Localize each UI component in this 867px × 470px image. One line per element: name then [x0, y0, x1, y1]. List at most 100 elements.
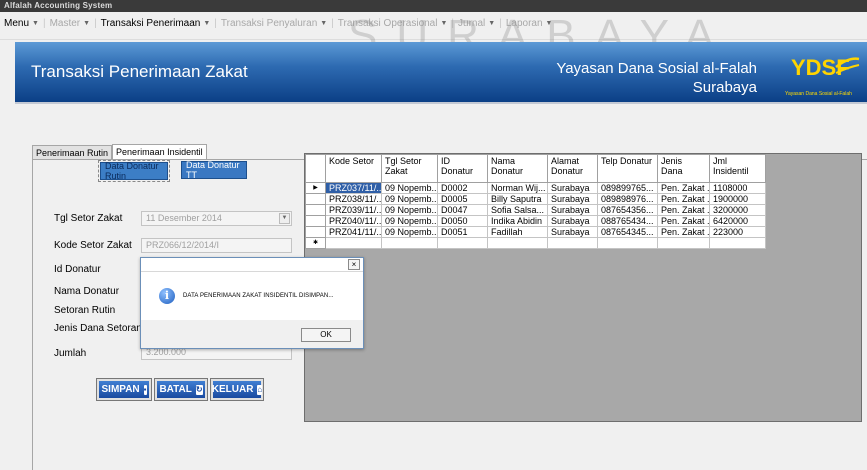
table-cell[interactable]: 09 Nopemb...	[381, 193, 438, 205]
batal-button[interactable]: BATAL ↻	[154, 378, 208, 401]
table-cell[interactable]: 1900000	[709, 193, 766, 205]
table-cell[interactable]	[597, 237, 658, 249]
table-cell[interactable]: Fadillah	[487, 226, 548, 238]
data-donatur-rutin-button[interactable]: Data Donatur Rutin	[100, 161, 168, 181]
chevron-down-icon: ▼	[32, 19, 39, 27]
table-cell[interactable]: D0050	[437, 215, 488, 227]
table-row[interactable]: PRZ041/11/... 09 Nopemb... D0051 Fadillah Su…	[305, 226, 766, 238]
table-cell[interactable]: Sofia Salsa...	[487, 204, 548, 216]
table-cell[interactable]	[325, 237, 382, 249]
table-cell[interactable]: Surabaya	[547, 182, 598, 194]
data-grid[interactable]: Kode Setor Tgl Setor Zakat ID Donatur Nama …	[304, 153, 862, 422]
table-cell[interactable]: Pen. Zakat ...	[657, 226, 710, 238]
table-cell[interactable]: Pen. Zakat ...	[657, 204, 710, 216]
menu-item-6[interactable]: Laporan ▼	[503, 18, 556, 29]
tgl-setor-field[interactable]: 11 Desember 2014 ▼	[141, 211, 292, 226]
table-cell[interactable]	[437, 237, 488, 249]
table-cell[interactable]: D0002	[437, 182, 488, 194]
row-header-cell[interactable]	[305, 193, 326, 205]
table-cell[interactable]: Surabaya	[547, 193, 598, 205]
grid-column-header[interactable]: ID Donatur	[437, 154, 488, 183]
menu-item-1[interactable]: Master ▼	[47, 18, 94, 29]
table-cell[interactable]: D0047	[437, 204, 488, 216]
menu-item-0[interactable]: Menu ▼	[1, 18, 42, 29]
menu-item-5[interactable]: Jurnal ▼	[455, 18, 498, 29]
grid-header-row: Kode Setor Tgl Setor Zakat ID Donatur Nama …	[305, 154, 766, 183]
table-cell[interactable]	[381, 237, 438, 249]
table-cell[interactable]: 6420000	[709, 215, 766, 227]
donatur-rutin-button-frame: Data Donatur Rutin	[98, 160, 170, 182]
row-header-cell[interactable]	[305, 215, 326, 227]
ydsf-logo: YDSF Yayasan Dana Sosial al-Falah	[781, 47, 861, 99]
table-cell[interactable]: 087654356...	[597, 204, 658, 216]
table-cell[interactable]: Surabaya	[547, 226, 598, 238]
table-cell[interactable]: Pen. Zakat ...	[657, 193, 710, 205]
table-cell[interactable]: 089898976...	[597, 193, 658, 205]
table-cell[interactable]	[709, 237, 766, 249]
menu-item-3[interactable]: Transaksi Penyaluran ▼	[218, 18, 330, 29]
table-cell[interactable]	[487, 237, 548, 249]
keluar-button[interactable]: KELUAR ⌂	[210, 378, 264, 401]
table-cell[interactable]: 088765434...	[597, 215, 658, 227]
close-icon[interactable]: ×	[348, 259, 360, 270]
table-cell[interactable]: 09 Nopemb...	[381, 182, 438, 194]
table-row[interactable]: PRZ040/11/... 09 Nopemb... D0050 Indika Abi…	[305, 215, 766, 227]
row-header-cell[interactable]	[305, 204, 326, 216]
menu-list: Menu ▼ | Master ▼ | Transaksi Penerimaan ▼ | Tran…	[0, 12, 867, 34]
table-cell[interactable]: D0051	[437, 226, 488, 238]
table-cell[interactable]: PRZ038/11/...	[325, 193, 382, 205]
grid-column-header[interactable]: Kode Setor	[325, 154, 382, 183]
menu-item-2[interactable]: Transaksi Penerimaan ▼	[98, 18, 214, 29]
tab-penerimaan-rutin[interactable]: Penerimaan Rutin	[32, 145, 113, 159]
table-cell[interactable]: 1108000	[709, 182, 766, 194]
table-cell[interactable]: 3200000	[709, 204, 766, 216]
table-cell[interactable]: PRZ041/11/...	[325, 226, 382, 238]
simpan-button[interactable]: SIMPAN ▪	[96, 378, 152, 401]
jumlah-label: Jumlah	[54, 348, 87, 359]
chevron-down-icon: ▼	[488, 19, 496, 27]
table-cell[interactable]: PRZ037/11/...	[325, 182, 382, 194]
grid-column-header[interactable]: Jml Insidentil	[709, 154, 766, 183]
new-row[interactable]: ✱	[305, 237, 766, 249]
table-cell[interactable]: 09 Nopemb...	[381, 204, 438, 216]
current-row-indicator-icon[interactable]: ▶	[305, 182, 326, 194]
table-cell[interactable]: 089899765...	[597, 182, 658, 194]
grid-column-header[interactable]: Jenis Dana	[657, 154, 710, 183]
table-row[interactable]: PRZ038/11/... 09 Nopemb... D0005 Billy Sapu…	[305, 193, 766, 205]
table-row[interactable]: PRZ039/11/... 09 Nopemb... D0047 Sofia Sals…	[305, 204, 766, 216]
grid-column-header[interactable]: Alamat Donatur	[547, 154, 598, 183]
table-cell[interactable]: Pen. Zakat ...	[657, 182, 710, 194]
table-cell[interactable]: Pen. Zakat ...	[657, 215, 710, 227]
table-cell[interactable]: PRZ040/11/...	[325, 215, 382, 227]
data-donatur-tt-button[interactable]: Data Donatur TT	[181, 160, 247, 180]
table-cell[interactable]: Surabaya	[547, 204, 598, 216]
tab-penerimaan-insidentil[interactable]: Penerimaan Insidentil	[112, 144, 207, 159]
table-cell[interactable]: 087654345...	[597, 226, 658, 238]
save-icon: ▪	[143, 384, 147, 395]
kode-setor-field[interactable]: PRZ066/12/2014/I	[141, 238, 292, 253]
dropdown-arrow-icon[interactable]: ▼	[279, 213, 290, 224]
table-cell[interactable]: Billy Saputra	[487, 193, 548, 205]
nama-donatur-label: Nama Donatur	[54, 286, 120, 297]
menu-item-label: Transaksi Penyaluran	[220, 17, 318, 29]
grid-table: Kode Setor Tgl Setor Zakat ID Donatur Nama …	[305, 154, 766, 249]
table-cell[interactable]: Norman Wij...	[487, 182, 548, 194]
menu-item-4[interactable]: Transaksi Operasional ▼	[335, 18, 451, 29]
table-row[interactable]: ▶ PRZ037/11/... 09 Nopemb... D0002 Norman Wi…	[305, 182, 766, 194]
table-cell[interactable]: 09 Nopemb...	[381, 215, 438, 227]
table-cell[interactable]: Indika Abidin	[487, 215, 548, 227]
table-cell[interactable]: D0005	[437, 193, 488, 205]
table-cell[interactable]: 223000	[709, 226, 766, 238]
row-header-cell[interactable]	[305, 226, 326, 238]
table-cell[interactable]: PRZ039/11/...	[325, 204, 382, 216]
table-cell[interactable]	[547, 237, 598, 249]
table-cell[interactable]	[657, 237, 710, 249]
grid-column-header[interactable]: Tgl Setor Zakat	[381, 154, 438, 183]
table-cell[interactable]: 09 Nopemb...	[381, 226, 438, 238]
dialog-titlebar: ×	[141, 258, 363, 272]
simpan-label: SIMPAN	[101, 384, 140, 395]
grid-column-header[interactable]: Nama Donatur	[487, 154, 548, 183]
grid-column-header[interactable]: Telp Donatur	[597, 154, 658, 183]
ok-button[interactable]: OK	[301, 328, 351, 342]
table-cell[interactable]: Surabaya	[547, 215, 598, 227]
